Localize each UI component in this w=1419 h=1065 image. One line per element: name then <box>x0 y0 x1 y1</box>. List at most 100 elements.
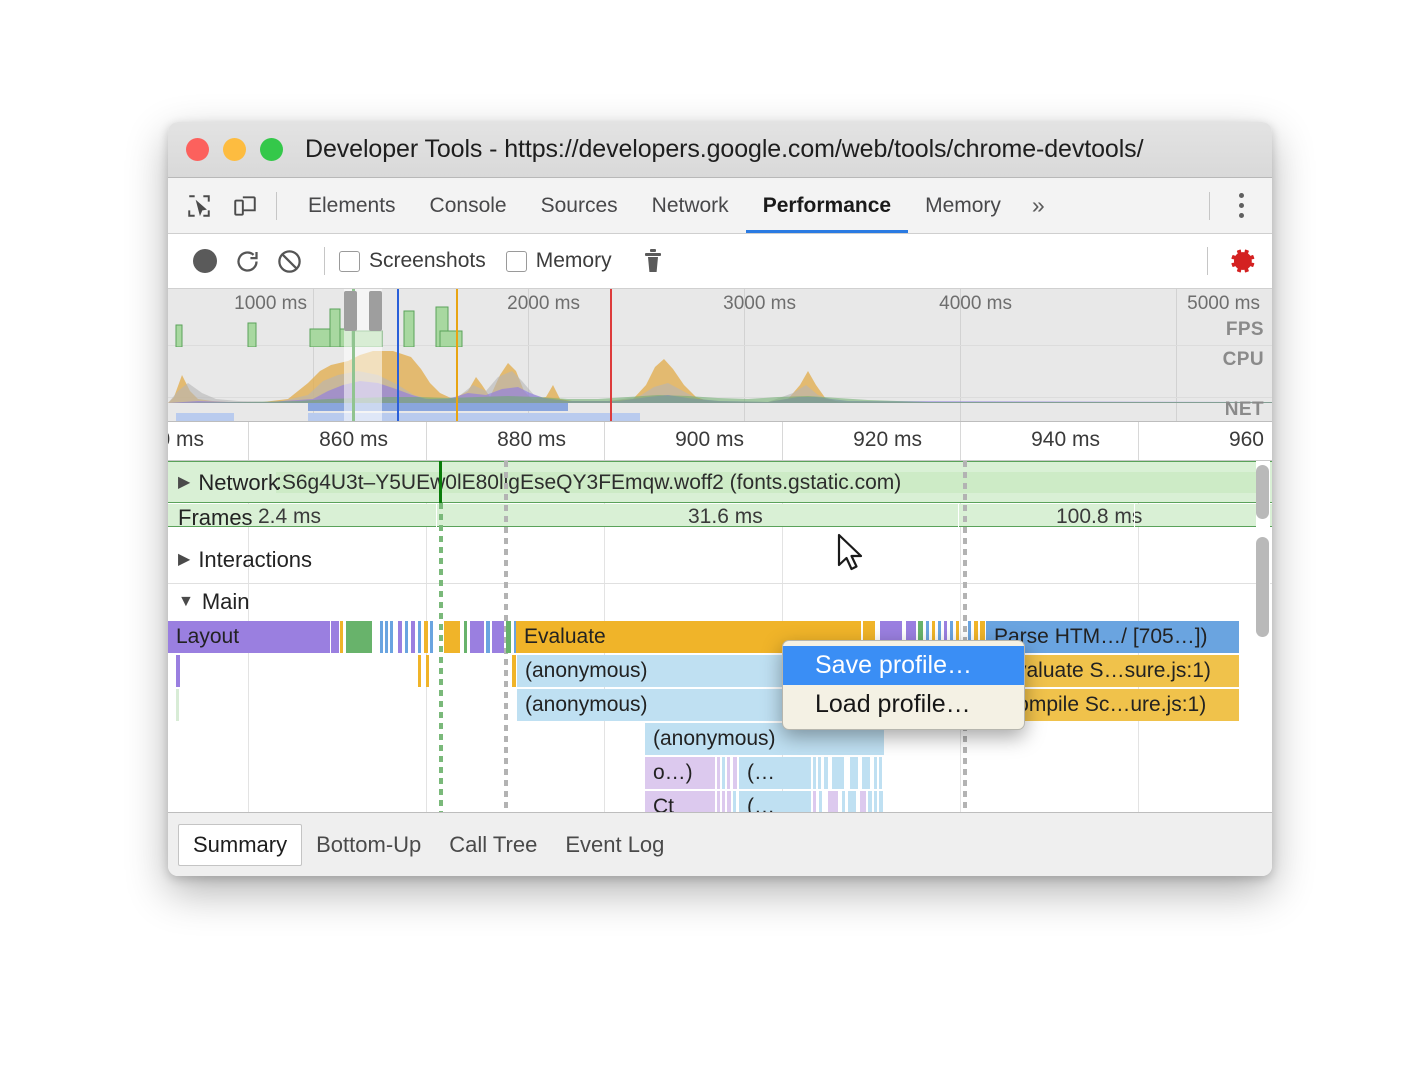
tabstrip-divider <box>276 192 277 220</box>
frame-duration-2: 31.6 ms <box>688 505 763 529</box>
flame-row-3: (anonymous) <box>168 723 1272 755</box>
capture-settings-gear-icon[interactable] <box>1222 240 1264 282</box>
screenshots-label: Screenshots <box>369 249 486 273</box>
frame-duration-1: 2.4 ms <box>258 505 321 529</box>
overview-marker-first-paint <box>456 289 458 421</box>
flame-row-0: Evaluate Parse HTM…/ [705…]) Layout <box>168 621 1272 653</box>
overview-marker-load <box>397 289 399 421</box>
overview-net-graph <box>168 403 1272 422</box>
ruler-tick-960: 960 <box>1229 428 1272 452</box>
flame-bar-o-truncated[interactable]: o…) <box>645 757 715 789</box>
dom-content-loaded-marker-top <box>439 461 442 503</box>
overview-tick-3000: 3000 ms <box>723 293 802 315</box>
frames-track-header: Frames <box>178 505 253 531</box>
more-tabs-chevron-icon[interactable]: » <box>1018 178 1059 233</box>
tab-network[interactable]: Network <box>635 178 746 233</box>
device-toolbar-icon[interactable] <box>228 189 262 223</box>
overview-marker-onload <box>610 289 612 421</box>
network-track-header[interactable]: ▶ Network <box>178 470 279 496</box>
timeline-scrollbar-thumb-lower[interactable] <box>1256 537 1269 637</box>
screenshot-root: Developer Tools - https://developers.goo… <box>0 0 1419 1065</box>
frame-duration-3: 100.8 ms <box>1056 505 1142 529</box>
ruler-tick-900: 900 ms <box>675 428 752 452</box>
overview-tick-4000: 4000 ms <box>939 293 1018 315</box>
main-track-header[interactable]: ▼ Main <box>178 589 250 615</box>
tab-call-tree[interactable]: Call Tree <box>435 826 551 864</box>
screenshots-checkbox[interactable] <box>339 251 360 272</box>
overview-cpu-graph <box>168 341 1272 403</box>
inspect-element-icon[interactable] <box>182 189 216 223</box>
tab-event-log[interactable]: Event Log <box>551 826 678 864</box>
ruler-tick-940: 940 ms <box>1031 428 1108 452</box>
ruler-tick-0: 0 ms <box>168 428 212 452</box>
reload-and-record-icon[interactable] <box>226 240 268 282</box>
context-menu-item-save-profile[interactable]: Save profile… <box>783 646 1024 685</box>
network-expand-caret-icon[interactable]: ▶ <box>178 475 190 491</box>
network-track-label: Network <box>198 470 279 496</box>
flame-row-2: (anonymous) Compile Sc…ure.js:1) <box>168 689 1272 721</box>
memory-checkbox-row[interactable]: Memory <box>506 249 612 273</box>
controls-divider-2 <box>1207 247 1208 275</box>
interactions-track-label: Interactions <box>198 547 312 573</box>
overview-selection-handle-left[interactable] <box>344 291 357 331</box>
timeline-context-menu[interactable]: Save profile… Load profile… <box>782 640 1025 730</box>
timeline-scrollbar-thumb-upper[interactable] <box>1256 465 1269 519</box>
overview-fps-graph <box>168 305 1272 347</box>
overview-tick-1000: 1000 ms <box>234 293 313 315</box>
flame-bar-compile-script[interactable]: Compile Sc…ure.js:1) <box>994 689 1239 721</box>
record-circle-icon[interactable] <box>184 240 226 282</box>
controls-right-group <box>1193 240 1272 282</box>
window-title: Developer Tools - https://developers.goo… <box>305 135 1143 164</box>
screenshots-checkbox-row[interactable]: Screenshots <box>339 249 486 273</box>
tab-performance[interactable]: Performance <box>746 178 908 233</box>
tab-elements[interactable]: Elements <box>291 178 413 233</box>
overview-tick-2000: 2000 ms <box>507 293 586 315</box>
tab-sources[interactable]: Sources <box>524 178 635 233</box>
ruler-tick-920: 920 ms <box>853 428 930 452</box>
interactions-track-header[interactable]: ▶ Interactions <box>178 547 312 573</box>
clear-recording-icon[interactable] <box>268 240 310 282</box>
memory-label: Memory <box>536 249 612 273</box>
details-drawer-tabs: Summary Bottom-Up Call Tree Event Log <box>168 812 1272 876</box>
panel-tabs: Elements Console Sources Network Perform… <box>291 178 1059 233</box>
frames-track-label: Frames <box>178 505 253 531</box>
overview-selection-handle-right[interactable] <box>369 291 382 331</box>
tab-bottom-up[interactable]: Bottom-Up <box>302 826 435 864</box>
overview-band-cpu: CPU <box>1223 349 1264 371</box>
more-options-icon[interactable] <box>1224 189 1258 223</box>
controls-divider-1 <box>324 247 325 275</box>
window-titlebar: Developer Tools - https://developers.goo… <box>168 122 1272 178</box>
flame-bar-layout[interactable]: Layout <box>168 621 330 653</box>
zoom-window-button[interactable] <box>260 138 283 161</box>
overview-tick-5000: 5000 ms <box>1187 293 1266 315</box>
context-menu-item-load-profile[interactable]: Load profile… <box>783 685 1024 724</box>
timeline-flamechart-body[interactable]: :S6g4U3t–Y5UEw0lE80llgEseQY3FEmqw.woff2 … <box>168 461 1272 832</box>
memory-checkbox[interactable] <box>506 251 527 272</box>
devtools-window: Developer Tools - https://developers.goo… <box>168 122 1272 876</box>
flame-row-1: (anonymous) Evaluate S…sure.js:1) <box>168 655 1272 687</box>
collect-garbage-icon[interactable] <box>632 240 674 282</box>
flame-bar-evaluate-script-2[interactable]: Evaluate S…sure.js:1) <box>994 655 1239 687</box>
traffic-light-group <box>186 138 283 161</box>
tab-memory[interactable]: Memory <box>908 178 1018 233</box>
mouse-cursor-arrow-icon <box>836 533 866 575</box>
overview-band-fps: FPS <box>1226 319 1264 341</box>
tab-summary[interactable]: Summary <box>178 824 302 866</box>
ruler-tick-860: 860 ms <box>319 428 396 452</box>
timeline-ruler: 0 ms 860 ms 880 ms 900 ms 920 ms 940 ms … <box>168 422 1272 461</box>
tabstrip-divider-right <box>1209 192 1210 220</box>
close-window-button[interactable] <box>186 138 209 161</box>
tabstrip-tool-icons <box>168 189 262 223</box>
main-track-label: Main <box>202 589 250 615</box>
minimize-window-button[interactable] <box>223 138 246 161</box>
flame-row-4: o…) (… <box>168 757 1272 789</box>
flame-bar-paren-truncated-1[interactable]: (… <box>739 757 811 789</box>
network-request-bar[interactable]: :S6g4U3t–Y5UEw0lE80llgEseQY3FEmqw.woff2 … <box>276 472 1262 493</box>
performance-controls-toolbar: Screenshots Memory <box>168 234 1272 289</box>
ruler-tick-880: 880 ms <box>497 428 574 452</box>
main-collapse-caret-icon[interactable]: ▼ <box>178 594 194 610</box>
tab-console[interactable]: Console <box>413 178 524 233</box>
timeline-overview[interactable]: 1000 ms 2000 ms 3000 ms 4000 ms 5000 ms … <box>168 289 1272 422</box>
devtools-tabstrip: Elements Console Sources Network Perform… <box>168 178 1272 234</box>
interactions-expand-caret-icon[interactable]: ▶ <box>178 552 190 568</box>
